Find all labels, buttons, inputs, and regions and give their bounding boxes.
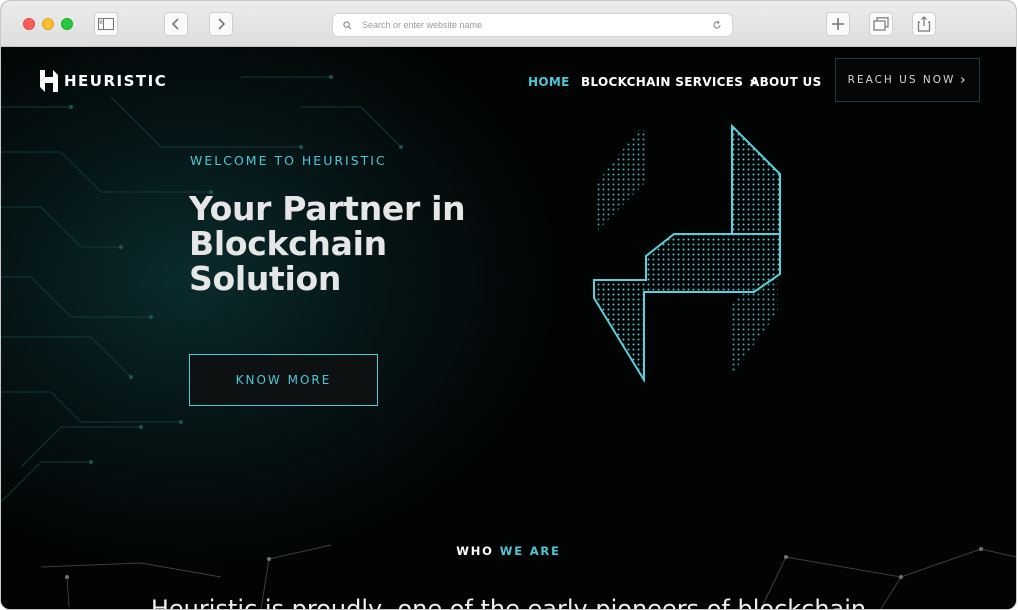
sidebar-icon <box>98 18 114 30</box>
sidebar-toggle-button[interactable] <box>94 12 118 36</box>
hero-headline-line: Solution <box>189 259 342 298</box>
new-tab-button[interactable] <box>826 12 850 36</box>
share-icon <box>917 16 931 32</box>
webpage: HEURISTIC HOME BLOCKCHAIN SERVICES ABOUT… <box>1 47 1016 609</box>
tabs-overview-button[interactable] <box>869 12 893 36</box>
who-we-are-heading: WHO WE ARE <box>1 544 1016 558</box>
nav-blockchain-services-link[interactable]: BLOCKCHAIN SERVICES <box>581 75 760 89</box>
minimize-window-button[interactable] <box>42 18 54 30</box>
brand-logo[interactable]: HEURISTIC <box>37 69 167 93</box>
hero-h-logo-graphic <box>593 123 781 382</box>
browser-toolbar: Search or enter website name <box>1 1 1016 47</box>
address-bar[interactable]: Search or enter website name <box>332 13 733 37</box>
brand-name: HEURISTIC <box>64 72 168 90</box>
chevron-right-icon <box>961 77 966 83</box>
tabs-icon <box>873 17 889 31</box>
nav-home-link[interactable]: HOME <box>528 75 570 89</box>
browser-window: Search or enter website name HEURISTIC H… <box>1 1 1016 609</box>
reach-us-now-button[interactable]: REACH US NOW <box>835 58 980 102</box>
hero-headline-line: Blockchain <box>189 224 387 263</box>
forward-button[interactable] <box>209 12 233 36</box>
heuristic-logo-icon <box>40 70 58 92</box>
reload-icon[interactable] <box>712 20 722 30</box>
nav-blockchain-services-label: BLOCKCHAIN SERVICES <box>581 75 744 89</box>
hero-eyebrow: WELCOME TO HEURISTIC <box>190 153 387 168</box>
share-button[interactable] <box>912 12 936 36</box>
who-we-are-part1: WHO <box>456 544 494 558</box>
nav-about-us-link[interactable]: ABOUT US <box>750 75 822 89</box>
close-window-button[interactable] <box>23 18 35 30</box>
plus-icon <box>832 18 844 30</box>
address-bar-placeholder: Search or enter website name <box>362 20 483 30</box>
search-icon <box>343 20 352 29</box>
know-more-button[interactable]: KNOW MORE <box>189 354 378 406</box>
hero-headline: Your Partner in Blockchain Solution <box>189 191 519 296</box>
hero-headline-line: Your Partner in <box>189 189 466 228</box>
chevron-left-icon <box>171 18 179 30</box>
intro-paragraph: Heuristic is proudly, one of the early p… <box>150 595 867 609</box>
back-button[interactable] <box>164 12 188 36</box>
maximize-window-button[interactable] <box>61 18 73 30</box>
who-we-are-part2: WE ARE <box>499 544 561 558</box>
circuit-background <box>1 75 403 503</box>
chevron-right-icon <box>218 18 226 30</box>
reach-us-now-label: REACH US NOW <box>847 74 956 86</box>
